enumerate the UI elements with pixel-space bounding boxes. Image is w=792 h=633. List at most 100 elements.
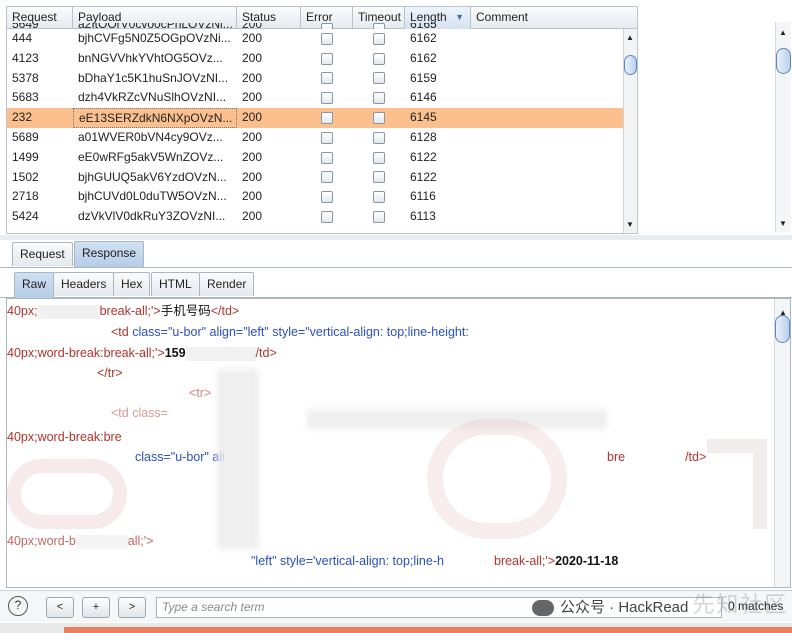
cell-length: 6122 xyxy=(410,149,437,164)
cell-payload: bjhGUUQ5akV6YzdOVzN... xyxy=(78,169,227,184)
code-line-2: <td class="u-bor" align="left" style="ve… xyxy=(111,322,469,343)
cell-length: 6146 xyxy=(410,90,437,105)
timeout-checkbox xyxy=(373,112,385,125)
response-raw-editor[interactable]: 40px; break-all;'>手机号码</td> <td class="u-… xyxy=(6,298,791,588)
scroll-down-arrow-icon[interactable]: ▼ xyxy=(626,220,634,229)
cell-error xyxy=(301,168,353,188)
code-line-10: "left" style='vertical-align: top;line-h… xyxy=(251,551,618,572)
scroll-up-arrow-icon[interactable]: ▲ xyxy=(779,28,787,37)
code-attr: class="u-bor" align="left" style="vertic… xyxy=(132,325,469,339)
previous-match-button[interactable]: < xyxy=(46,597,74,618)
cell-error xyxy=(301,69,353,89)
cell-status: 200 xyxy=(242,70,263,85)
cell-comment xyxy=(471,88,637,108)
editor-vertical-scrollbar[interactable]: ▲ xyxy=(774,299,790,587)
redacted-block xyxy=(625,451,685,465)
cell-status: 200 xyxy=(242,110,263,125)
cell-error xyxy=(301,128,353,148)
tab-response[interactable]: Response xyxy=(74,241,145,267)
scroll-down-arrow-icon[interactable]: ▼ xyxy=(779,219,787,228)
tab-hex[interactable]: Hex xyxy=(113,272,151,296)
cell-payload: eE13SERZdkN6NXpOVzN... xyxy=(73,108,237,128)
code-line-9: 40px;word-b all;'> xyxy=(7,531,153,552)
wechat-icon xyxy=(532,600,554,617)
cell-length: 6159 xyxy=(410,70,437,85)
code-attr: class="u-bor" ali xyxy=(135,450,225,464)
error-checkbox xyxy=(321,72,333,85)
cell-timeout xyxy=(353,49,405,69)
table-row[interactable]: 4123 bnNGVVhkYVhtOG5OVz... 200 6162 xyxy=(7,49,637,69)
table-row[interactable]: 1499 eE0wRFg5akV5WnZOVz... 200 6122 xyxy=(7,148,637,168)
cell-status: 200 xyxy=(242,149,263,164)
error-checkbox xyxy=(321,191,333,204)
cell-request: 1502 xyxy=(12,169,39,184)
tab-html[interactable]: HTML xyxy=(151,272,200,296)
code-text: 159 xyxy=(164,346,186,360)
bottom-strip xyxy=(0,623,792,633)
cell-request: 5378 xyxy=(12,70,39,85)
code-text: 手机号码 xyxy=(160,304,211,318)
cell-timeout xyxy=(353,69,405,89)
code-line-8b: bre/td> xyxy=(607,447,706,468)
cell-request: 5424 xyxy=(12,209,39,224)
code-line-3: 40px;word-break:break-all;'>159/td> xyxy=(7,343,277,364)
cell-payload: bjhCVFg5N0Z5OGpOVzNi... xyxy=(78,31,231,45)
cell-timeout xyxy=(353,108,405,128)
cell-length: 6162 xyxy=(410,50,437,65)
message-tabbar: Request Response xyxy=(0,240,792,268)
code-token: all;'> xyxy=(127,534,154,548)
code-line-7: 40px;word-break:bre xyxy=(7,427,122,448)
results-table: Request Payload Status Error Timeout Len… xyxy=(6,6,638,234)
tab-render[interactable]: Render xyxy=(199,272,255,296)
scroll-up-arrow-icon[interactable]: ▲ xyxy=(626,33,634,42)
scrollbar-thumb[interactable] xyxy=(775,315,790,343)
error-checkbox xyxy=(321,171,333,184)
cell-error xyxy=(301,187,353,207)
table-row[interactable]: 5689 a01WVER0bVN4cy9OVz... 200 6128 xyxy=(7,128,637,148)
scrollbar-thumb[interactable] xyxy=(776,48,791,74)
table-row[interactable]: 2718 bjhCUVd0L0duTW5OVzN... 200 6116 xyxy=(7,187,637,207)
code-text: 2020-11-18 xyxy=(555,554,619,568)
error-checkbox xyxy=(321,52,333,65)
cell-length: 6128 xyxy=(410,129,437,144)
table-row[interactable]: 5683 dzh4VkRZcVNuSlhOVzNI... 200 6146 xyxy=(7,88,637,108)
code-line-8: class="u-bor" ali xyxy=(135,447,225,468)
cell-comment xyxy=(471,207,637,227)
next-match-button[interactable]: > xyxy=(118,597,146,618)
cell-error xyxy=(301,207,353,227)
table-row[interactable]: 5378 bDhaY1c5K1huSnJOVzNI... 200 6159 xyxy=(7,69,637,89)
error-checkbox xyxy=(321,32,333,45)
redaction-overlay xyxy=(217,369,259,549)
code-token: break-all;'> xyxy=(99,304,161,318)
tab-headers[interactable]: Headers xyxy=(53,272,115,296)
cell-status: 200 xyxy=(242,129,263,144)
code-token: 40px;word-break:bre xyxy=(7,430,122,444)
cell-request: 5683 xyxy=(12,90,39,105)
cell-timeout xyxy=(353,168,405,188)
add-search-button[interactable]: + xyxy=(82,597,110,618)
table-row[interactable]: 444 bjhCVFg5N0Z5OGpOVzNi... 200 6162 xyxy=(7,29,637,49)
cell-comment xyxy=(471,49,637,69)
table-row[interactable]: 1502 bjhGUUQ5akV6YzdOVzN... 200 6122 xyxy=(7,168,637,188)
scrollbar-thumb[interactable] xyxy=(624,55,637,75)
table-body: 5649 a2ItOOrV0cvo0cPnLOVzNi... 200 6165 … xyxy=(7,23,637,227)
code-token: /td> xyxy=(255,346,277,360)
code-token: </tr> xyxy=(97,366,123,380)
tab-raw[interactable]: Raw xyxy=(14,272,55,298)
timeout-checkbox xyxy=(373,32,385,45)
cell-comment xyxy=(471,108,637,128)
cell-payload: dzVkVlV0dkRuY3ZOVzNI... xyxy=(78,209,226,224)
table-vertical-scrollbar[interactable]: ▲ ▼ xyxy=(623,29,637,233)
results-outer-scrollbar[interactable]: ▲ ▼ xyxy=(775,22,791,232)
tab-request[interactable]: Request xyxy=(12,242,73,266)
redacted-block xyxy=(185,346,256,361)
watermark-big-text: 先知社区 xyxy=(692,592,789,617)
table-row[interactable]: 232 eE13SERZdkN6NXpOVzN... 200 6145 xyxy=(7,108,637,128)
watermark-stroke xyxy=(7,459,127,529)
cell-payload: dzh4VkRZcVNuSlhOVzNI... xyxy=(78,90,227,105)
cell-status: 200 xyxy=(242,50,263,65)
table-row[interactable]: 5424 dzVkVlV0dkRuY3ZOVzNI... 200 6113 xyxy=(7,207,637,227)
cell-error xyxy=(301,88,353,108)
help-icon[interactable]: ? xyxy=(8,596,28,616)
cell-comment xyxy=(471,148,637,168)
